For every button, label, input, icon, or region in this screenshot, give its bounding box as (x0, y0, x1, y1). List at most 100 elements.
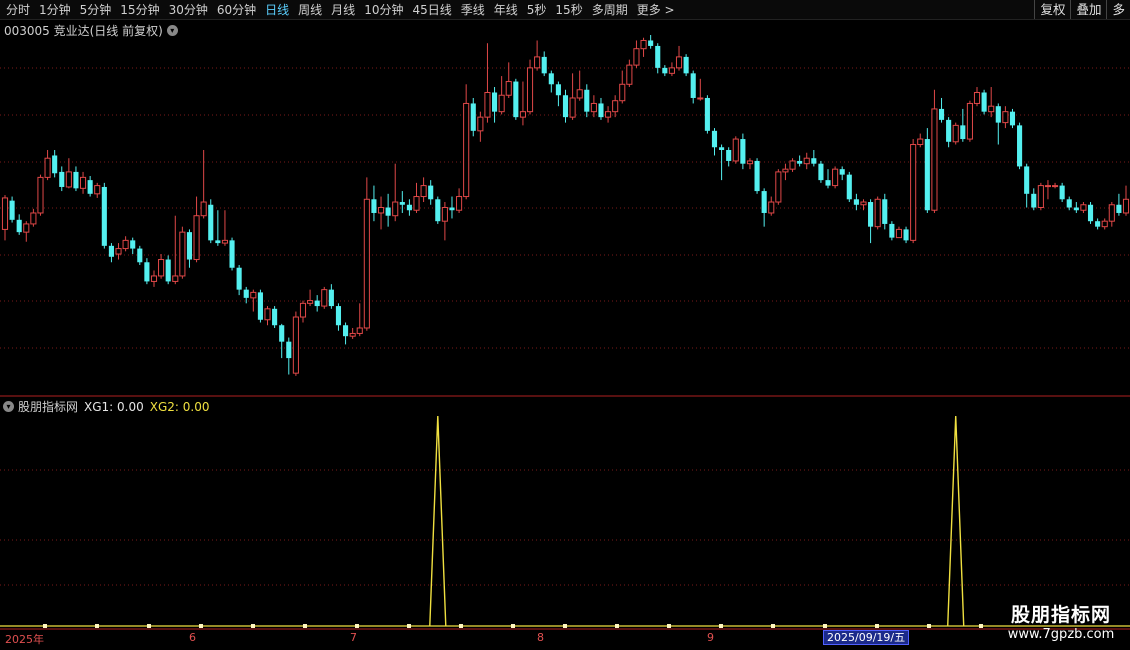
candle (576, 70, 583, 101)
candle-body (307, 300, 314, 304)
candle (1108, 202, 1115, 227)
candle (598, 97, 604, 120)
candle-body (392, 201, 399, 217)
candle (1095, 218, 1101, 230)
candle-body (973, 92, 981, 104)
candle-body (895, 228, 903, 239)
candle-body (221, 239, 228, 244)
candle (16, 214, 22, 235)
candle-body (208, 204, 214, 241)
candle-body (683, 56, 689, 74)
candle (803, 152, 810, 170)
candle (406, 199, 412, 216)
candle-body (1, 197, 9, 230)
candle-body (803, 157, 810, 165)
stock-title: 003005 竞业达(日线 前复权) (4, 24, 163, 38)
candle (662, 65, 668, 77)
chevron-down-icon[interactable]: ▾ (166, 25, 178, 36)
candle (470, 97, 476, 137)
candle-body (1122, 198, 1130, 214)
candle-body (526, 67, 534, 113)
candle-body (619, 83, 626, 102)
candle (1024, 163, 1030, 208)
date-label: 2025年 (5, 633, 44, 646)
candle-body (541, 56, 547, 74)
selected-date-badge: 2025/09/19/五 (823, 630, 910, 645)
candle (377, 196, 385, 230)
candle-body (626, 64, 633, 85)
candle (1059, 182, 1065, 203)
candle (619, 70, 626, 104)
xg1-value: 0.00 (117, 399, 144, 414)
candle-body (668, 67, 675, 74)
candle-body (435, 199, 441, 222)
candle (122, 236, 129, 252)
candle-body (243, 289, 249, 298)
xg1-readout: XG1: 0.00 (84, 400, 144, 414)
candle (683, 54, 689, 77)
candle (158, 254, 165, 279)
candle-body (73, 171, 79, 189)
candle (101, 182, 107, 249)
candle (995, 103, 1001, 145)
candle (981, 89, 987, 115)
candle-body (576, 89, 583, 99)
candle (179, 226, 186, 279)
candle (321, 286, 328, 309)
signal-marker (719, 624, 723, 628)
candle (264, 306, 271, 326)
candle (1087, 202, 1094, 224)
candle-body (555, 84, 561, 96)
candle-body (704, 97, 710, 131)
candle-body (1017, 125, 1023, 167)
candle (208, 199, 214, 244)
candle (87, 176, 93, 197)
candle (37, 174, 44, 216)
candlestick-chart[interactable] (0, 0, 1130, 650)
candle (130, 237, 136, 255)
candle-body (811, 158, 817, 164)
candle (675, 45, 683, 71)
candle-body (889, 223, 895, 238)
signal-marker (927, 624, 931, 628)
candle-body (605, 111, 612, 118)
date-label: 6 (189, 631, 196, 644)
candle (299, 300, 307, 323)
candle (960, 108, 966, 142)
candle-body (406, 204, 412, 211)
candle (399, 191, 405, 213)
candle (690, 70, 696, 104)
candle-body (328, 289, 334, 307)
candle (584, 84, 590, 118)
candle (966, 100, 973, 142)
candle-body (938, 108, 945, 120)
candle-body (995, 106, 1001, 123)
candle-body (349, 332, 356, 337)
candle (903, 226, 909, 244)
candle (144, 258, 150, 285)
candle (23, 221, 30, 242)
candle-body (931, 108, 938, 211)
candle-body (754, 160, 760, 192)
candle (938, 97, 945, 123)
candle-body (44, 157, 51, 178)
candle (768, 196, 775, 216)
candle-body (87, 180, 93, 194)
candle-body (761, 191, 767, 213)
candle (385, 193, 391, 227)
candle-body (662, 67, 668, 74)
candle-body (598, 103, 604, 118)
candle-body (818, 163, 824, 181)
candle-body (1108, 204, 1115, 222)
chevron-down-icon[interactable]: ▾ (3, 401, 14, 412)
candle-body (343, 325, 349, 337)
candle (562, 89, 569, 123)
candle-body (960, 125, 966, 140)
candle-body (101, 186, 107, 246)
candle (172, 215, 179, 285)
signal-spike (429, 415, 447, 627)
candle-body (966, 102, 973, 140)
candle-body (640, 39, 647, 50)
candle-body (782, 168, 789, 173)
candle (286, 337, 292, 375)
